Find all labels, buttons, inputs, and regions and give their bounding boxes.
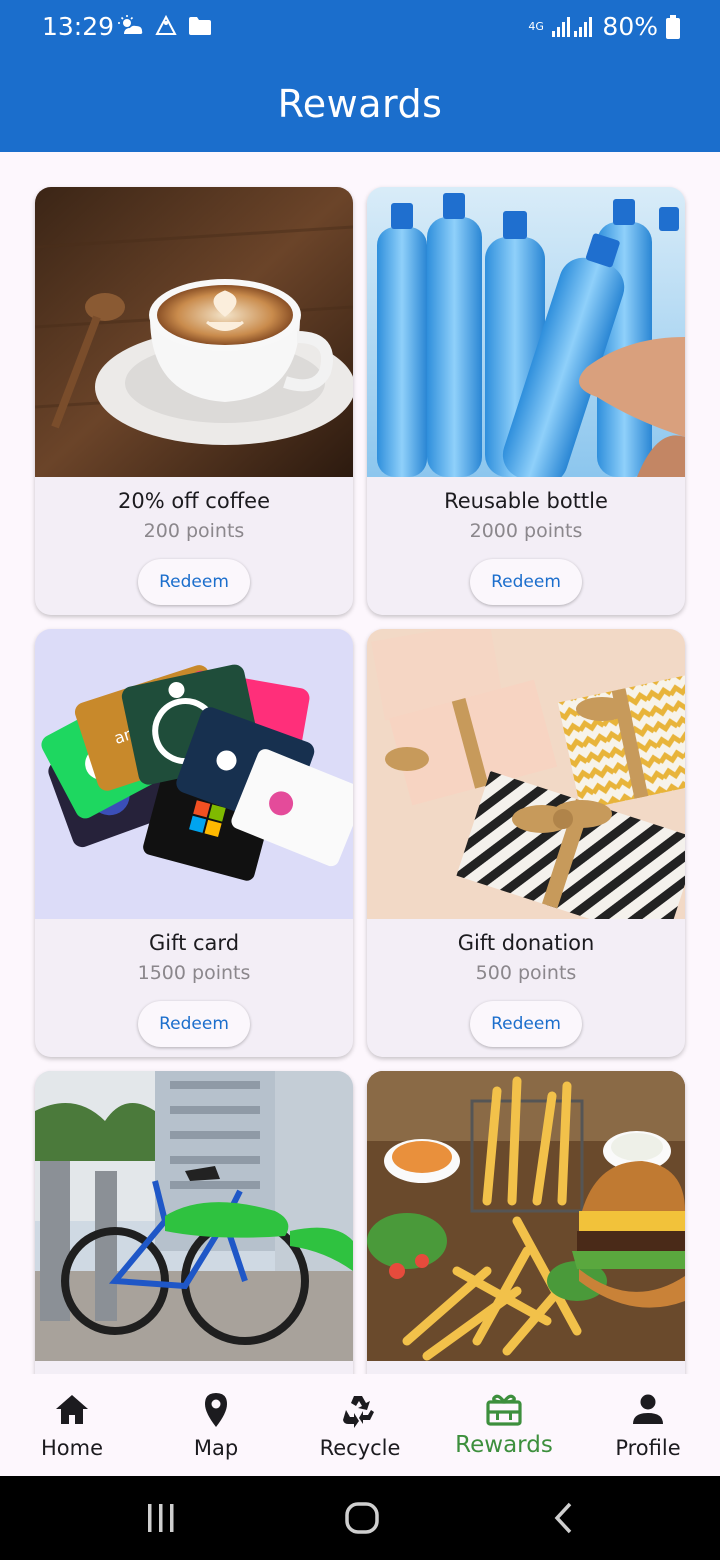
nav-label: Rewards [455,1432,553,1458]
app-bar: Rewards [0,56,720,152]
network-type-icon: 4G [528,20,544,33]
nav-label: Profile [615,1436,681,1460]
reward-card[interactable] [367,1071,685,1374]
reward-name: Reusable bottle [444,489,608,513]
burger-fries-image [367,1071,685,1361]
nav-item-rewards[interactable]: Rewards [432,1374,576,1476]
recent-apps-icon[interactable] [146,1498,176,1538]
redeem-button[interactable]: Redeem [138,559,250,605]
status-notification-icons [118,14,212,38]
reward-card[interactable]: Reusable bottle 2000 points Redeem [367,187,685,615]
reward-name: Gift card [148,931,240,955]
redeem-button[interactable]: Redeem [138,1001,250,1047]
back-icon[interactable] [550,1498,576,1538]
page-title: Rewards [277,82,443,126]
nav-item-recycle[interactable]: Recycle [288,1374,432,1476]
reward-card[interactable]: Gift donation 500 points Redeem [367,629,685,1057]
reward-points: 2000 points [469,520,583,542]
signal-icon [552,16,593,37]
water-bottles-image [367,187,685,477]
bicycle-image [35,1071,353,1361]
rewards-grid[interactable]: 20% off coffee 200 points Redeem Reusabl… [0,152,720,1374]
nav-label: Home [40,1436,103,1460]
nav-item-home[interactable]: Home [0,1374,144,1476]
reward-name: 20% off coffee [117,489,271,513]
status-right: 4G 80% [528,12,680,41]
reward-points: 1500 points [137,962,251,984]
reward-card[interactable]: amazon Gift card 1500 points Redeem [35,629,353,1057]
redeem-button[interactable]: Redeem [470,1001,582,1047]
status-time: 13:29 [42,12,115,41]
recycle-icon [343,1396,374,1428]
reward-name: Gift donation [457,931,595,955]
gift-boxes-image [367,629,685,919]
home-button-icon[interactable] [344,1498,380,1538]
nav-label: Map [193,1436,239,1460]
alert-icon [155,14,177,35]
gift-cards-image: amazon [35,629,353,919]
home-icon [56,1395,88,1424]
rewards-icon [486,1394,522,1426]
bottom-navigation: Home Map Recycle Rewards Profile [0,1374,720,1476]
reward-points: 200 points [143,520,245,542]
weather-icon [118,15,143,34]
coffee-image [35,187,353,477]
folder-icon [189,17,211,35]
status-bar: 13:29 4G 80% [0,0,720,56]
nav-item-profile[interactable]: Profile [576,1374,720,1476]
redeem-button[interactable]: Redeem [470,559,582,605]
system-navigation-bar [0,1476,720,1560]
map-pin-icon [205,1393,227,1427]
person-icon [633,1394,663,1424]
nav-label: Recycle [319,1436,401,1460]
reward-card[interactable]: 20% off coffee 200 points Redeem [35,187,353,615]
reward-card[interactable] [35,1071,353,1374]
nav-item-map[interactable]: Map [144,1374,288,1476]
battery-icon [666,14,680,39]
battery-percent: 80% [602,12,658,41]
reward-points: 500 points [475,962,577,984]
